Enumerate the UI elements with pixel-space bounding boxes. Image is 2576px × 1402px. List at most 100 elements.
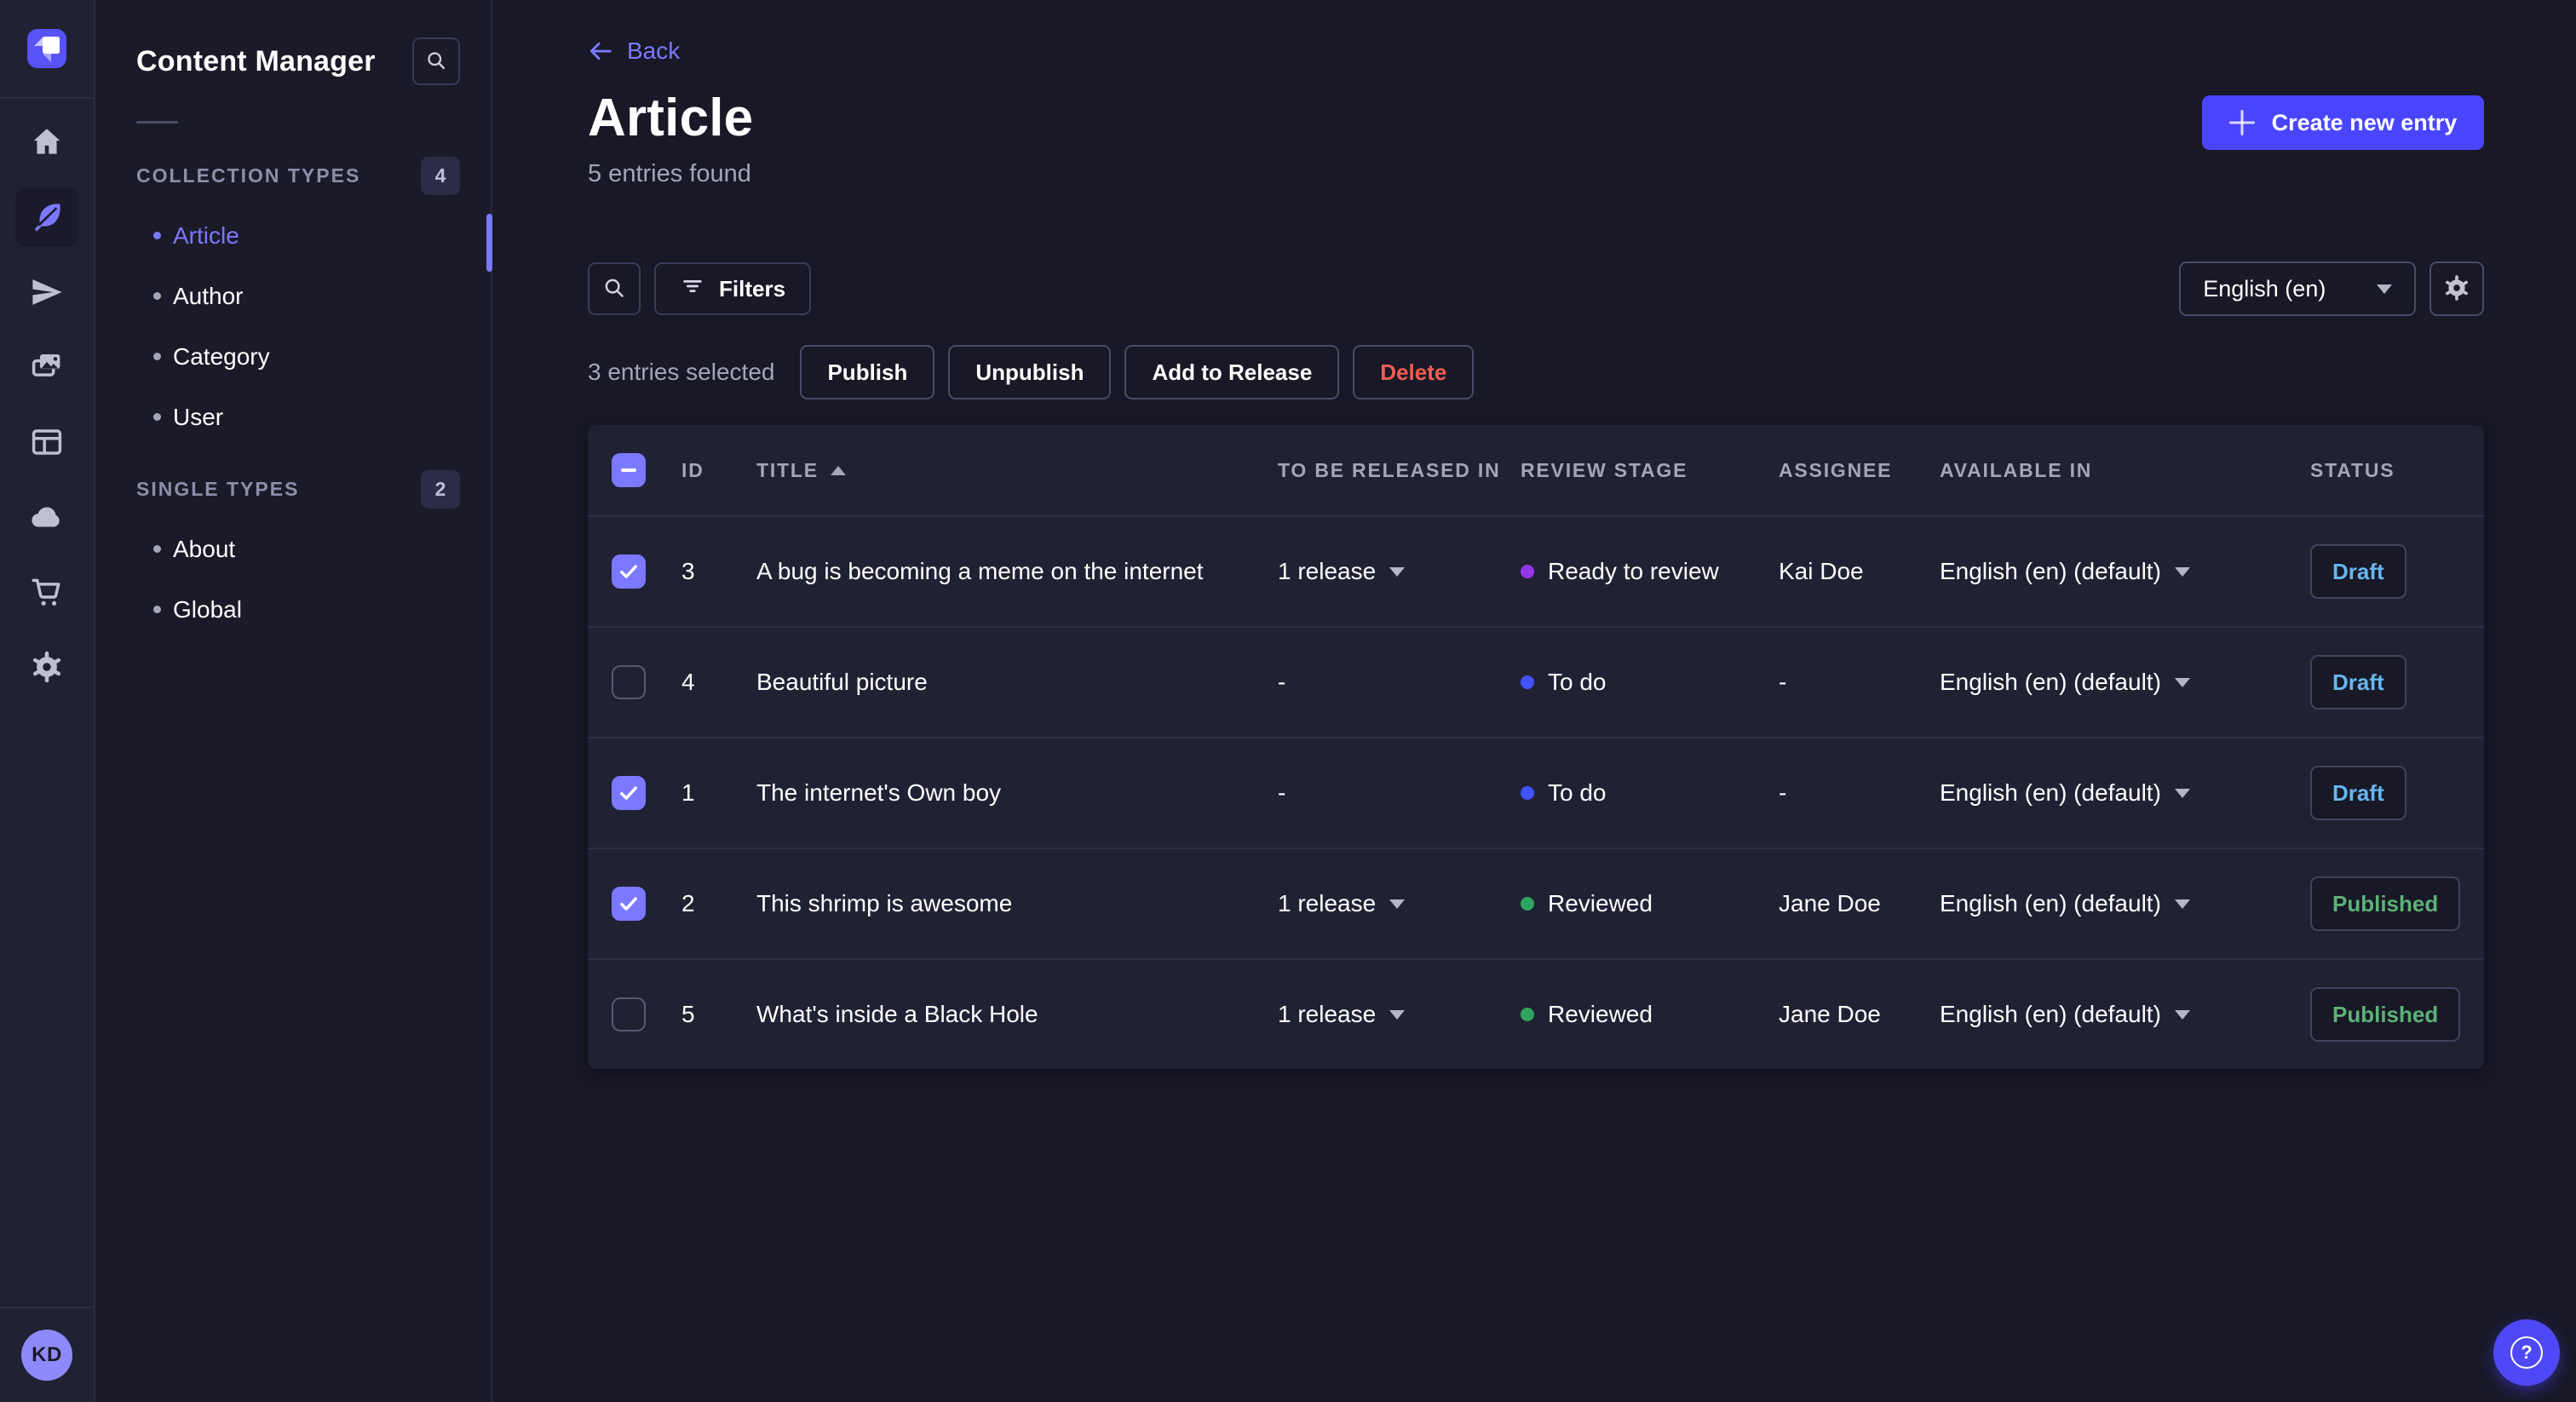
cell-checkbox <box>612 665 681 699</box>
row-checkbox[interactable] <box>612 776 646 810</box>
media-library-icon <box>29 349 65 385</box>
sidebar-item-user[interactable]: User <box>136 387 460 447</box>
header-review-stage[interactable]: REVIEW STAGE <box>1521 459 1779 482</box>
cell-available-in[interactable]: English (en) (default) <box>1940 558 2310 585</box>
app-logo[interactable] <box>0 0 94 99</box>
row-checkbox[interactable] <box>612 887 646 921</box>
cell-status: Draft <box>2310 766 2460 820</box>
status-badge: Draft <box>2310 655 2406 710</box>
rail-item-content-manager[interactable] <box>15 187 78 247</box>
cell-released-in: - <box>1278 669 1521 696</box>
header-title[interactable]: TITLE <box>756 459 1278 482</box>
sidebar-item-label: User <box>173 403 224 430</box>
cell-available-in[interactable]: English (en) (default) <box>1940 779 2310 807</box>
rail-item-releases[interactable] <box>15 262 78 322</box>
available-in-value: English (en) (default) <box>1940 890 2161 916</box>
row-checkbox[interactable] <box>612 665 646 699</box>
cell-status: Draft <box>2310 544 2460 599</box>
cell-title: Beautiful picture <box>756 669 928 695</box>
toolbar: Filters English (en) <box>588 261 2485 316</box>
cell-id: 4 <box>681 669 695 695</box>
unpublish-button[interactable]: Unpublish <box>948 345 1112 399</box>
section-header: COLLECTION TYPES 4 <box>136 156 460 195</box>
cell-available-in[interactable]: English (en) (default) <box>1940 1001 2310 1028</box>
entries-table: ID TITLE TO BE RELEASED IN REVIEW STAGE … <box>588 425 2485 1069</box>
table-row[interactable]: 3 A bug is becoming a meme on the interne… <box>588 515 2485 626</box>
delete-button[interactable]: Delete <box>1353 345 1475 399</box>
avatar[interactable]: KD <box>21 1330 72 1381</box>
rail-item-settings[interactable] <box>15 637 78 697</box>
marketplace-icon <box>29 574 65 610</box>
rail-item-marketplace[interactable] <box>15 562 78 622</box>
cell-available-in[interactable]: English (en) (default) <box>1940 890 2310 917</box>
header-status[interactable]: STATUS <box>2310 459 2460 482</box>
available-in-value: English (en) (default) <box>1940 558 2161 584</box>
section-label: SINGLE TYPES <box>136 477 300 500</box>
cell-status: Published <box>2310 876 2461 931</box>
locale-select[interactable]: English (en) <box>2179 261 2417 316</box>
row-checkbox[interactable] <box>612 554 646 589</box>
content-type-builder-icon <box>29 424 65 460</box>
section-header: SINGLE TYPES 2 <box>136 469 460 509</box>
rail-item-content-type-builder[interactable] <box>15 412 78 472</box>
filter-icon <box>680 273 705 305</box>
sidebar-item-label: Category <box>173 342 270 370</box>
create-entry-button[interactable]: Create new entry <box>2201 95 2485 150</box>
filters-button[interactable]: Filters <box>654 262 812 315</box>
page-title: Article <box>588 89 754 147</box>
select-all-checkbox[interactable] <box>612 453 646 487</box>
help-button[interactable]: ? <box>2493 1319 2560 1386</box>
cell-checkbox <box>612 887 681 921</box>
chevron-down-icon <box>1389 1009 1406 1020</box>
add-to-release-button[interactable]: Add to Release <box>1124 345 1340 399</box>
cell-review-stage: Reviewed <box>1521 1001 1779 1028</box>
review-stage-value: To do <box>1548 779 1607 806</box>
cell-released-in[interactable]: 1 release <box>1278 890 1521 917</box>
table-row[interactable]: 4 Beautiful picture - To do - English (en) (d… <box>588 626 2485 737</box>
cell-title: The internet's Own boy <box>756 779 1002 806</box>
view-settings-button[interactable] <box>2429 261 2485 316</box>
cell-released-in[interactable]: 1 release <box>1278 1001 1521 1028</box>
sidebar-search-button[interactable] <box>412 37 460 85</box>
cell-title: What's inside a Black Hole <box>756 1001 1038 1027</box>
sidebar-item-global[interactable]: Global <box>136 579 460 640</box>
sidebar-section: SINGLE TYPES 2 About Global <box>136 469 460 640</box>
available-in-value: English (en) (default) <box>1940 1001 2161 1027</box>
cell-review-stage: To do <box>1521 669 1779 696</box>
cell-id: 2 <box>681 890 695 916</box>
settings-icon <box>29 649 65 685</box>
back-link[interactable]: Back <box>588 37 680 65</box>
header-released[interactable]: TO BE RELEASED IN <box>1278 459 1521 482</box>
sidebar-item-about[interactable]: About <box>136 519 460 579</box>
cell-released-in[interactable]: 1 release <box>1278 558 1521 585</box>
indeterminate-icon <box>621 468 636 472</box>
review-stage-value: Reviewed <box>1548 890 1653 916</box>
header-assignee[interactable]: ASSIGNEE <box>1779 459 1940 482</box>
chevron-down-icon <box>2174 677 2190 687</box>
content-manager-icon <box>29 199 65 235</box>
header-id[interactable]: ID <box>681 459 756 482</box>
table-row[interactable]: 2 This shrimp is awesome 1 release Reviewed… <box>588 848 2485 958</box>
selection-bar: 3 entries selected Publish Unpublish Add… <box>588 345 2484 399</box>
table-row[interactable]: 5 What's inside a Black Hole 1 release Revi… <box>588 958 2485 1069</box>
publish-button[interactable]: Publish <box>800 345 935 399</box>
rail-item-cloud[interactable] <box>15 487 78 547</box>
status-badge: Published <box>2310 987 2461 1042</box>
released-in-value: 1 release <box>1278 558 1377 584</box>
cell-available-in[interactable]: English (en) (default) <box>1940 669 2310 696</box>
stage-dot <box>1521 675 1534 689</box>
bullet-icon <box>153 292 161 300</box>
table-row[interactable]: 1 The internet's Own boy - To do - English (e… <box>588 737 2485 848</box>
rail-item-home[interactable] <box>15 112 78 172</box>
row-checkbox[interactable] <box>612 997 646 1031</box>
header-available-in[interactable]: AVAILABLE IN <box>1940 459 2310 482</box>
selected-count-text: 3 entries selected <box>588 359 775 385</box>
bullet-icon <box>153 545 161 553</box>
cell-id: 5 <box>681 1001 695 1027</box>
sidebar-item-article[interactable]: Article <box>136 205 460 266</box>
sidebar-item-category[interactable]: Category <box>136 326 460 387</box>
table-search-button[interactable] <box>588 262 641 315</box>
sidebar-item-author[interactable]: Author <box>136 266 460 326</box>
cell-status: Published <box>2310 987 2461 1042</box>
rail-item-media-library[interactable] <box>15 337 78 397</box>
